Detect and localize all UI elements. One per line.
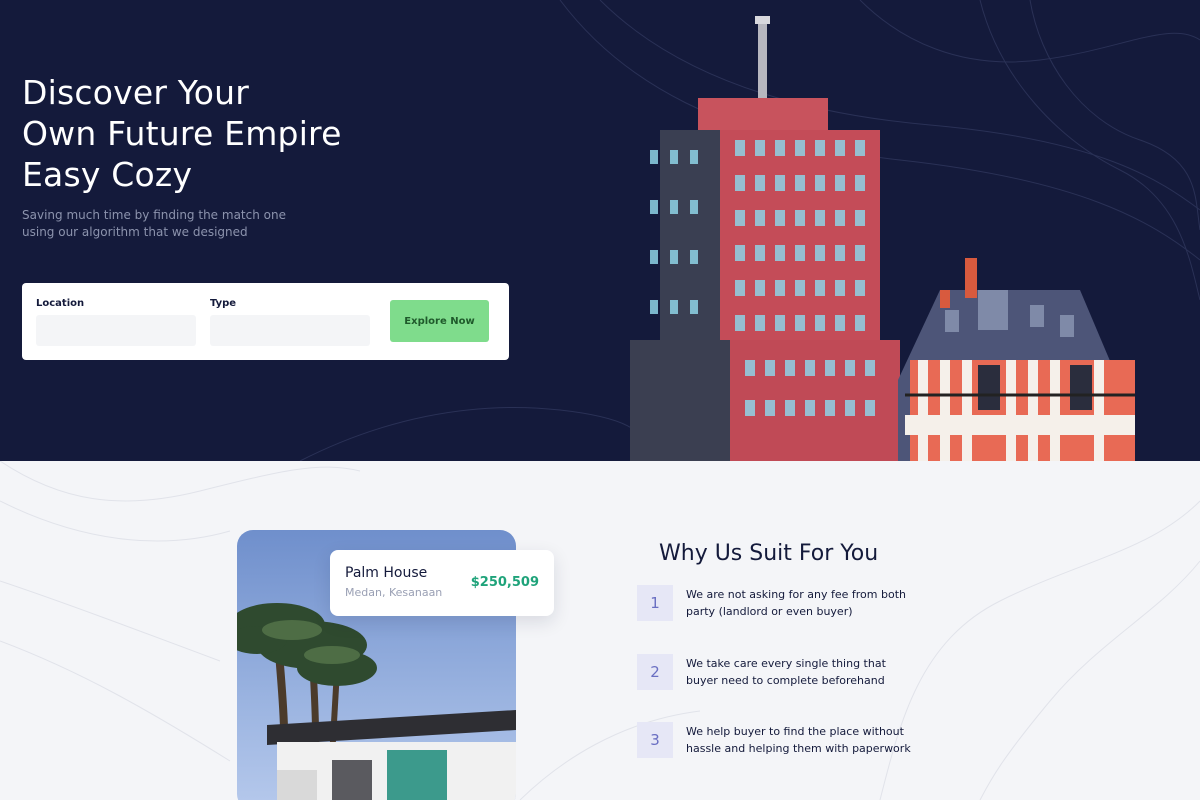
buildings-image <box>630 16 1135 461</box>
why-us-section: Palm House Medan, Kesanaan $250,509 Why … <box>0 461 1200 800</box>
property-price: $250,509 <box>470 575 539 590</box>
feature-number-badge: 1 <box>637 585 673 621</box>
feature-number-badge: 2 <box>637 654 673 690</box>
hero-subtitle-line: using our algorithm that we designed <box>22 225 248 239</box>
topographic-lines-decoration <box>0 461 1200 800</box>
type-label: Type <box>210 298 237 309</box>
hero-title-line: Own Future Empire <box>22 114 342 153</box>
hero-subtitle: Saving much time by finding the match on… <box>22 207 302 241</box>
property-location: Medan, Kesanaan <box>345 586 443 599</box>
feature-number-badge: 3 <box>637 722 673 758</box>
hero-title-line: Easy Cozy <box>22 155 193 194</box>
location-input[interactable] <box>36 315 196 346</box>
feature-text: We are not asking for any fee from both … <box>686 588 906 618</box>
feature-text: We help buyer to find the place without … <box>686 725 911 755</box>
why-us-title: Why Us Suit For You <box>659 541 879 566</box>
hero-title-line: Discover Your <box>22 73 250 112</box>
hero-subtitle-line: Saving much time by finding the match on… <box>22 208 286 222</box>
search-card: Location Type Explore Now <box>22 283 509 360</box>
explore-now-button[interactable]: Explore Now <box>390 300 489 342</box>
hero-section: Discover Your Own Future Empire Easy Coz… <box>0 0 1200 461</box>
property-name: Palm House <box>345 565 428 581</box>
location-label: Location <box>36 298 85 309</box>
property-card[interactable]: Palm House Medan, Kesanaan $250,509 <box>330 550 554 616</box>
hero-title: Discover Your Own Future Empire Easy Coz… <box>22 72 442 195</box>
feature-text: We take care every single thing that buy… <box>686 657 886 687</box>
type-input[interactable] <box>210 315 370 346</box>
